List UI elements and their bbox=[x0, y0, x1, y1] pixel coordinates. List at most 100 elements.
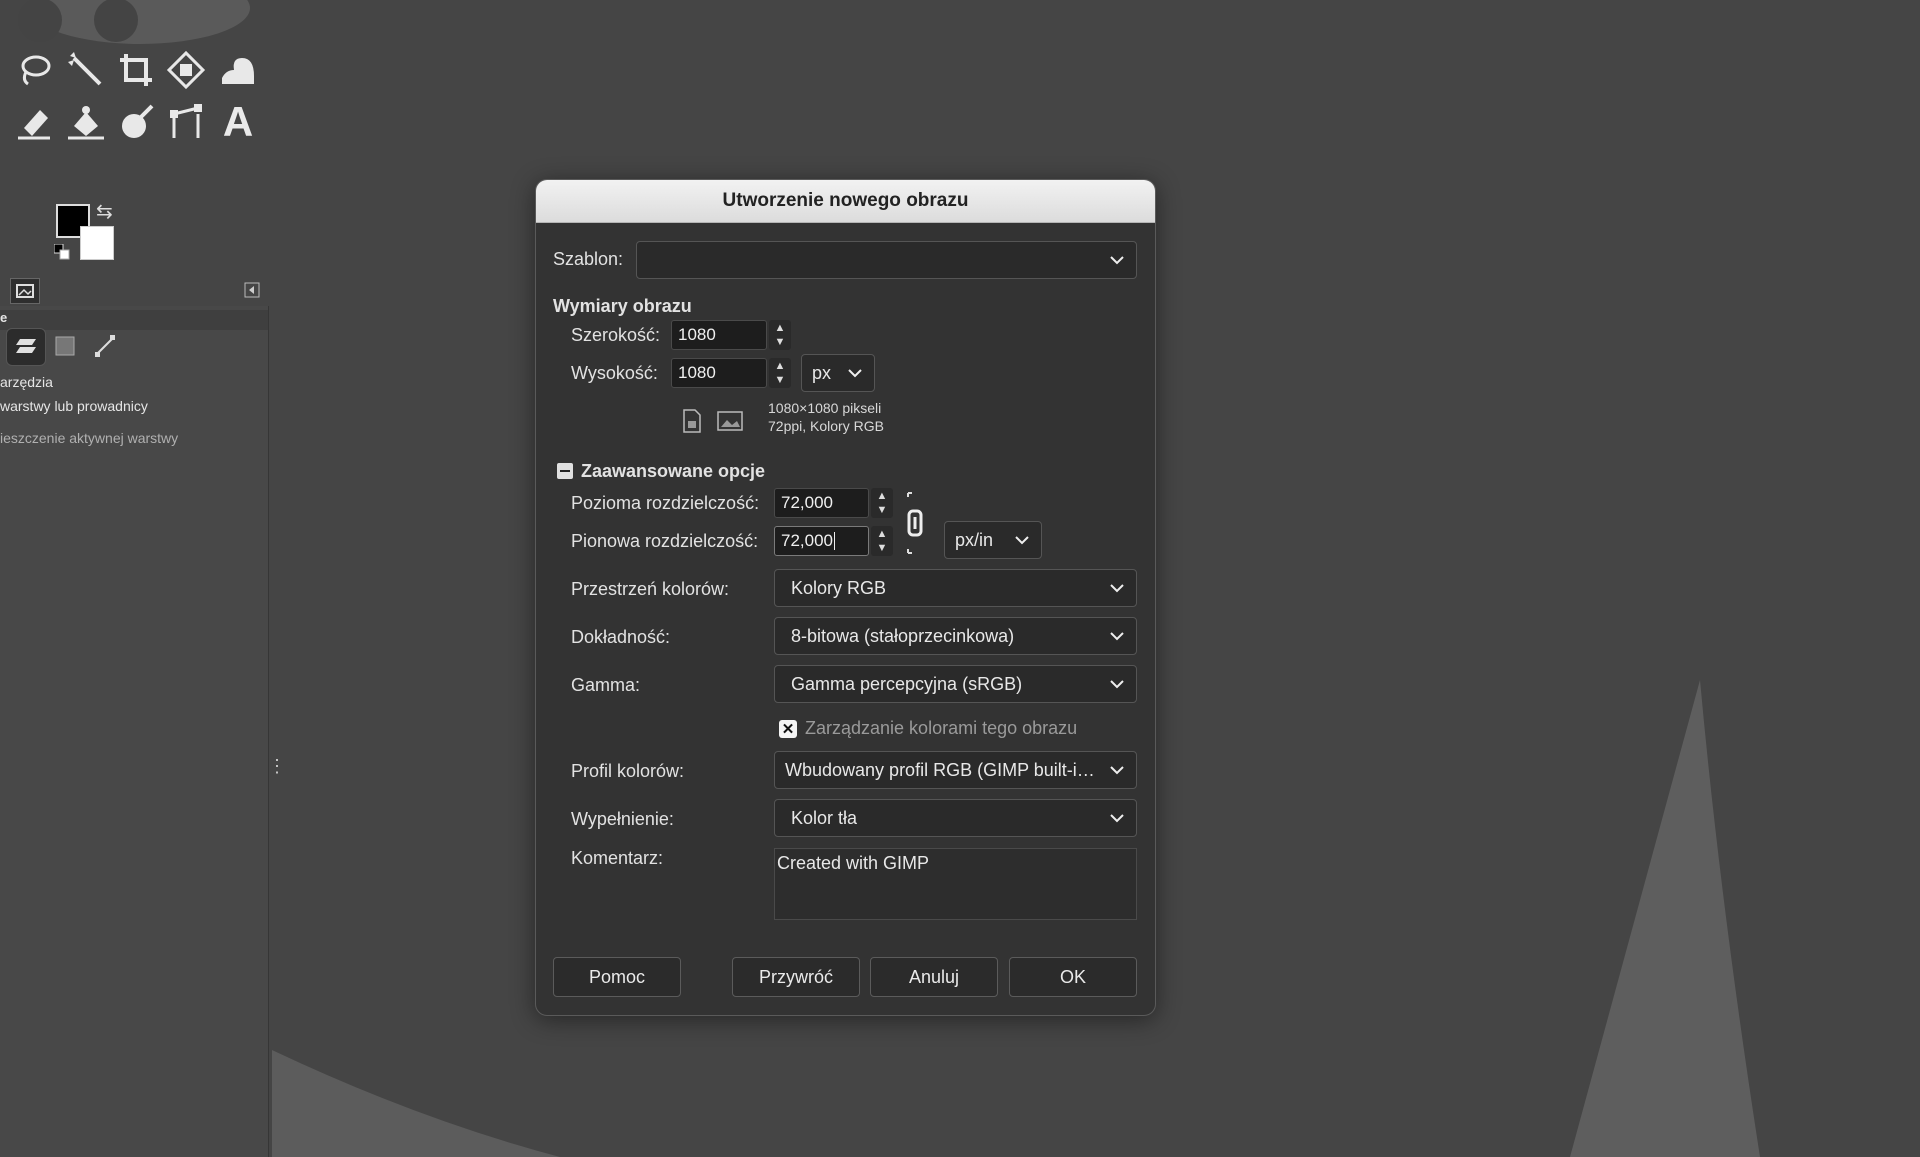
image-icon bbox=[16, 284, 34, 298]
fill-label: Wypełnienie: bbox=[571, 809, 674, 829]
size-unit-value: px bbox=[812, 362, 832, 383]
move-selection-mode-button[interactable] bbox=[46, 328, 84, 364]
gamma-value: Gamma percepcyjna (sRGB) bbox=[791, 673, 1023, 694]
chain-link-icon[interactable] bbox=[904, 491, 926, 555]
color-space-value: Kolory RGB bbox=[791, 577, 887, 598]
fill-dropdown[interactable]: Kolor tła bbox=[774, 799, 1137, 837]
width-value: 1080 bbox=[678, 325, 716, 344]
x-resolution-value: 72,000 bbox=[781, 493, 833, 512]
x-resolution-spinner[interactable]: ▲ ▼ bbox=[871, 488, 893, 518]
width-label: Szerokość: bbox=[571, 325, 661, 345]
y-resolution-spinner[interactable]: ▲ ▼ bbox=[871, 526, 893, 556]
color-profile-dropdown[interactable]: Wbudowany profil RGB (GIMP built-i… bbox=[774, 751, 1137, 789]
chevron-down-icon bbox=[1110, 680, 1124, 689]
height-label: Wysokość: bbox=[571, 363, 658, 383]
tool-options-panel: e arzędzia warstwy lub prowadnicy ieszcz… bbox=[0, 306, 269, 1157]
chevron-down-icon bbox=[1110, 766, 1124, 775]
spin-down-icon[interactable]: ▼ bbox=[871, 541, 893, 555]
fuzzy-select-icon[interactable] bbox=[64, 48, 108, 92]
comment-textarea[interactable]: Created with GIMP bbox=[774, 848, 1137, 920]
dock-tab-bar bbox=[0, 276, 268, 307]
layers-icon bbox=[16, 339, 36, 353]
cancel-button[interactable]: Anuluj bbox=[870, 957, 998, 997]
precision-dropdown[interactable]: 8-bitowa (stałoprzecinkowa) bbox=[774, 617, 1137, 655]
selection-icon bbox=[55, 336, 75, 356]
width-input[interactable]: 1080 bbox=[671, 320, 767, 350]
color-space-dropdown[interactable]: Kolory RGB bbox=[774, 569, 1137, 607]
comment-label: Komentarz: bbox=[571, 848, 664, 868]
gamma-label: Gamma: bbox=[571, 675, 641, 695]
landscape-icon[interactable] bbox=[717, 411, 743, 431]
tool-options-line3: ieszczenie aktywnej warstwy bbox=[0, 430, 179, 446]
chevron-down-icon bbox=[1110, 256, 1124, 265]
free-select-icon[interactable] bbox=[12, 48, 56, 92]
crop-icon[interactable] bbox=[114, 48, 158, 92]
smudge-icon[interactable] bbox=[114, 100, 158, 144]
image-size-section-label: Wymiary obrazu bbox=[553, 296, 692, 316]
spin-up-icon[interactable]: ▲ bbox=[871, 527, 893, 541]
tab-images[interactable] bbox=[10, 278, 40, 304]
spin-up-icon[interactable]: ▲ bbox=[871, 489, 893, 503]
advanced-options-label[interactable]: Zaawansowane opcje bbox=[581, 461, 765, 482]
tool-options-header: e bbox=[0, 310, 268, 330]
portrait-icon[interactable] bbox=[681, 409, 703, 433]
color-manage-checkbox[interactable]: ✕ bbox=[779, 720, 797, 738]
gamma-dropdown[interactable]: Gamma percepcyjna (sRGB) bbox=[774, 665, 1137, 703]
bucket-fill-icon[interactable] bbox=[64, 100, 108, 144]
x-resolution-label: Pozioma rozdzielczość: bbox=[571, 493, 760, 513]
height-value: 1080 bbox=[678, 363, 716, 382]
size-unit-dropdown[interactable]: px bbox=[801, 354, 875, 392]
reset-colors-icon[interactable] bbox=[54, 244, 70, 260]
move-path-mode-button[interactable] bbox=[86, 328, 124, 364]
precision-value: 8-bitowa (stałoprzecinkowa) bbox=[791, 625, 1015, 646]
template-label: Szablon: bbox=[553, 249, 624, 269]
y-resolution-input[interactable]: 72,000 bbox=[774, 526, 869, 556]
warp-transform-icon[interactable] bbox=[216, 48, 260, 92]
width-spinner[interactable]: ▲ ▼ bbox=[769, 320, 791, 350]
spin-down-icon[interactable]: ▼ bbox=[769, 373, 791, 387]
x-resolution-input[interactable]: 72,000 bbox=[774, 488, 869, 518]
spin-down-icon[interactable]: ▼ bbox=[871, 503, 893, 517]
image-info-line2: 72ppi, Kolory RGB bbox=[768, 418, 884, 434]
template-dropdown[interactable] bbox=[636, 241, 1137, 279]
advanced-options-expander-icon[interactable] bbox=[557, 463, 573, 479]
chevron-down-icon bbox=[1110, 814, 1124, 823]
spin-down-icon[interactable]: ▼ bbox=[769, 335, 791, 349]
chevron-down-icon bbox=[1110, 584, 1124, 593]
chevron-down-icon bbox=[848, 369, 862, 378]
color-space-label: Przestrzeń kolorów: bbox=[571, 579, 730, 599]
color-profile-label: Profil kolorów: bbox=[571, 761, 685, 781]
help-button[interactable]: Pomoc bbox=[553, 957, 681, 997]
text-tool-icon[interactable]: A bbox=[216, 98, 260, 145]
toolbox: A ⇆ e arzędzia warstwy lub prowadnicy ie… bbox=[0, 0, 286, 1157]
resolution-unit-value: px/in bbox=[955, 529, 994, 550]
spin-up-icon[interactable]: ▲ bbox=[769, 359, 791, 373]
y-resolution-value: 72,000 bbox=[781, 531, 833, 550]
spin-up-icon[interactable]: ▲ bbox=[769, 321, 791, 335]
paths-icon[interactable] bbox=[164, 100, 208, 144]
dialog-title: Utworzenie nowego obrazu bbox=[536, 180, 1155, 223]
resolution-unit-dropdown[interactable]: px/in bbox=[944, 521, 1042, 559]
tool-options-line1: arzędzia bbox=[0, 374, 53, 390]
panel-resize-handle[interactable]: ⋮ bbox=[268, 757, 286, 790]
chevron-down-icon bbox=[1110, 632, 1124, 641]
unified-transform-icon[interactable] bbox=[164, 48, 208, 92]
background-color-swatch[interactable] bbox=[80, 226, 114, 260]
y-resolution-label: Pionowa rozdzielczość: bbox=[571, 531, 759, 551]
color-manage-label[interactable]: Zarządzanie kolorami tego obrazu bbox=[805, 718, 1077, 739]
path-icon bbox=[95, 335, 115, 357]
ok-button[interactable]: OK bbox=[1009, 957, 1137, 997]
height-spinner[interactable]: ▲ ▼ bbox=[769, 358, 791, 388]
eraser-icon[interactable] bbox=[12, 100, 56, 144]
image-info-line1: 1080×1080 pikseli bbox=[768, 400, 882, 416]
new-image-dialog: Utworzenie nowego obrazu Szablon: Wymiar… bbox=[535, 179, 1156, 1016]
swap-colors-icon[interactable]: ⇆ bbox=[96, 202, 113, 222]
reset-button[interactable]: Przywróć bbox=[732, 957, 860, 997]
height-input[interactable]: 1080 bbox=[671, 358, 767, 388]
dock-menu-icon[interactable] bbox=[244, 282, 260, 298]
precision-label: Dokładność: bbox=[571, 627, 671, 647]
move-layer-mode-button[interactable] bbox=[6, 328, 46, 366]
fill-value: Kolor tła bbox=[791, 807, 858, 828]
text-tool-glyph: A bbox=[222, 98, 254, 145]
chevron-down-icon bbox=[1015, 536, 1029, 545]
